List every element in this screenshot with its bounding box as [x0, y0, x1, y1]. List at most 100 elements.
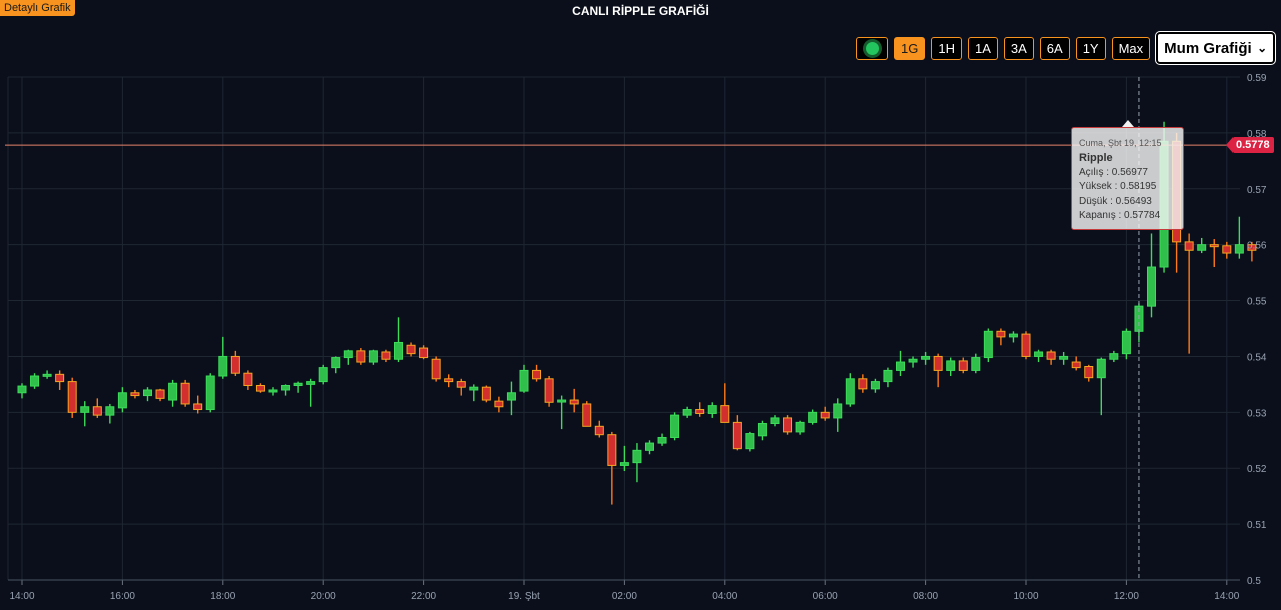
candle	[921, 351, 931, 365]
candle-body	[343, 350, 353, 359]
tooltip-open: Açılış : 0.56977	[1079, 166, 1148, 178]
candle-body	[255, 385, 265, 392]
y-tick-label: 0.56	[1247, 241, 1267, 252]
candle	[1084, 364, 1094, 382]
candle	[67, 377, 77, 418]
candle-body	[833, 403, 843, 419]
candle-body	[883, 369, 893, 383]
candle-body	[921, 355, 931, 360]
candle	[444, 374, 454, 388]
candle	[532, 364, 542, 382]
candle-body	[168, 382, 178, 401]
candle	[544, 376, 554, 407]
candle	[394, 317, 403, 363]
y-tick-label: 0.53	[1247, 408, 1267, 419]
candle-body	[1021, 333, 1031, 357]
candle-body	[506, 392, 516, 401]
candle-body	[406, 344, 416, 355]
candle	[996, 328, 1006, 346]
candle	[1071, 356, 1081, 371]
candle-body	[1096, 358, 1106, 379]
candle	[281, 384, 291, 396]
range-button-1g[interactable]: 1G	[894, 36, 926, 60]
candle	[268, 387, 278, 396]
candle	[117, 387, 127, 413]
live-button[interactable]	[856, 36, 888, 60]
tooltip-high: Yüksek : 0.58195	[1079, 181, 1157, 192]
candle	[845, 373, 855, 407]
candle	[1046, 349, 1056, 365]
x-tick-label: 10:00	[1013, 591, 1038, 602]
candle-body	[1222, 245, 1232, 254]
range-button-3a[interactable]: 3A	[1003, 36, 1034, 60]
candle-body	[720, 405, 730, 423]
candle-body	[946, 360, 956, 371]
candle-body	[193, 403, 203, 411]
candle-body	[180, 382, 190, 405]
candle	[682, 406, 692, 418]
candle-body	[381, 351, 391, 360]
candle-body	[519, 369, 529, 392]
candle-body	[431, 358, 441, 380]
candle	[456, 378, 466, 396]
candle	[896, 350, 905, 377]
x-tick-label: 12:00	[1114, 591, 1139, 602]
candle-body	[1071, 361, 1081, 369]
candle-body	[419, 347, 429, 359]
candle	[105, 403, 115, 424]
candle-body	[896, 361, 905, 371]
x-tick-label: 16:00	[110, 591, 135, 602]
candle-body	[544, 378, 554, 403]
candle	[506, 381, 516, 416]
candle	[80, 401, 90, 427]
candle-body	[845, 378, 855, 405]
candle-body	[1209, 244, 1219, 248]
candle-body	[820, 411, 830, 419]
candle	[619, 445, 629, 472]
candle	[230, 350, 240, 377]
range-button-6a[interactable]: 6A	[1039, 36, 1070, 60]
candle	[770, 415, 780, 427]
candle-body	[494, 400, 504, 408]
candle	[820, 406, 830, 421]
candle	[331, 356, 341, 374]
candle-body	[105, 406, 115, 416]
candle	[168, 379, 178, 407]
candle	[1021, 331, 1031, 360]
candle	[908, 356, 918, 368]
candle-body	[707, 405, 717, 414]
tooltip-close: Kapanış : 0.57784	[1079, 210, 1161, 221]
candle	[143, 387, 152, 402]
candle-body	[444, 378, 454, 383]
candle-body	[682, 409, 692, 416]
candle-body	[983, 330, 993, 359]
candle-body	[971, 357, 981, 371]
candle-body	[607, 434, 617, 466]
candle	[368, 349, 378, 365]
candle-body	[732, 421, 742, 450]
candle	[356, 348, 366, 365]
range-button-1y[interactable]: 1Y	[1075, 36, 1106, 60]
range-button-1a[interactable]: 1A	[967, 36, 998, 60]
candle	[732, 415, 742, 451]
candle	[205, 373, 215, 413]
candle	[833, 398, 843, 432]
candle	[858, 374, 868, 393]
candle-body	[356, 350, 366, 363]
range-button-max[interactable]: Max	[1111, 36, 1151, 60]
candle-body	[1059, 355, 1069, 360]
x-tick-label: 19. Şbt	[508, 591, 540, 602]
candle-body	[281, 385, 291, 391]
candle	[946, 357, 956, 377]
candle-body	[808, 411, 818, 423]
candle	[870, 378, 880, 393]
candle-body	[569, 399, 579, 405]
x-tick-label: 14:00	[9, 591, 34, 602]
range-button-1h[interactable]: 1H	[931, 36, 962, 60]
candle-body	[1184, 241, 1194, 251]
candle-body	[1197, 244, 1207, 251]
candle	[1184, 233, 1194, 354]
x-tick-label: 04:00	[712, 591, 737, 602]
candle-body	[619, 462, 629, 466]
candle-body	[757, 423, 767, 437]
